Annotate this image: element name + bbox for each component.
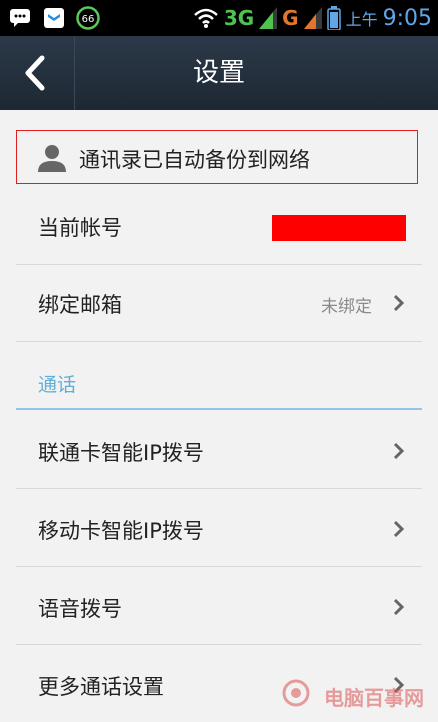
clock-time: 9:05 [382,5,432,31]
chevron-right-icon [393,442,405,460]
unicom-ip-dial-row[interactable]: 联通卡智能IP拨号 [16,411,422,489]
status-bar: 66 3G G 上午 9:05 [0,0,438,36]
wifi-icon [193,8,218,28]
watermark-text: 电脑百事网 [324,686,424,710]
time-ampm: 上午 [345,10,378,29]
call-section-title: 通话 [38,374,77,396]
bind-email-label: 绑定邮箱 [38,293,122,317]
bind-email-status: 未绑定 [321,297,372,317]
mobile-ip-dial-row[interactable]: 移动卡智能IP拨号 [16,489,422,567]
security-app-icon: 66 [76,6,100,30]
page-title: 设置 [192,58,245,88]
backup-notice-text: 通讯录已自动备份到网络 [79,148,310,172]
shield-notification-icon [44,8,64,28]
chevron-right-icon [393,520,405,538]
person-icon [38,145,66,172]
redacted-account-value [272,215,406,241]
svg-text:66: 66 [82,14,95,25]
watermark-logo-icon [282,679,310,707]
chat-notification-icon [10,9,30,27]
voice-dial-row[interactable]: 语音拨号 [16,567,422,645]
title-bar: 设置 [0,36,438,110]
current-account-row[interactable]: 当前帐号 [16,188,422,265]
bind-email-row[interactable]: 绑定邮箱 未绑定 [16,265,422,342]
backup-notice: 通讯录已自动备份到网络 [16,130,418,184]
signal-3g-icon [259,7,278,29]
more-call-settings-label: 更多通话设置 [38,675,164,699]
mobile-ip-dial-label: 移动卡智能IP拨号 [38,519,204,543]
voice-dial-label: 语音拨号 [38,597,122,621]
chevron-right-icon [393,294,405,312]
battery-icon [326,6,341,30]
chevron-right-icon [393,598,405,616]
network-3g-label: 3G [223,6,255,30]
unicom-ip-dial-label: 联通卡智能IP拨号 [38,441,204,465]
watermark: 电脑百事网 [276,676,426,712]
current-account-label: 当前帐号 [38,216,122,240]
network-g-label: G [282,6,299,30]
section-divider [16,408,422,410]
signal-g-icon [303,7,322,29]
